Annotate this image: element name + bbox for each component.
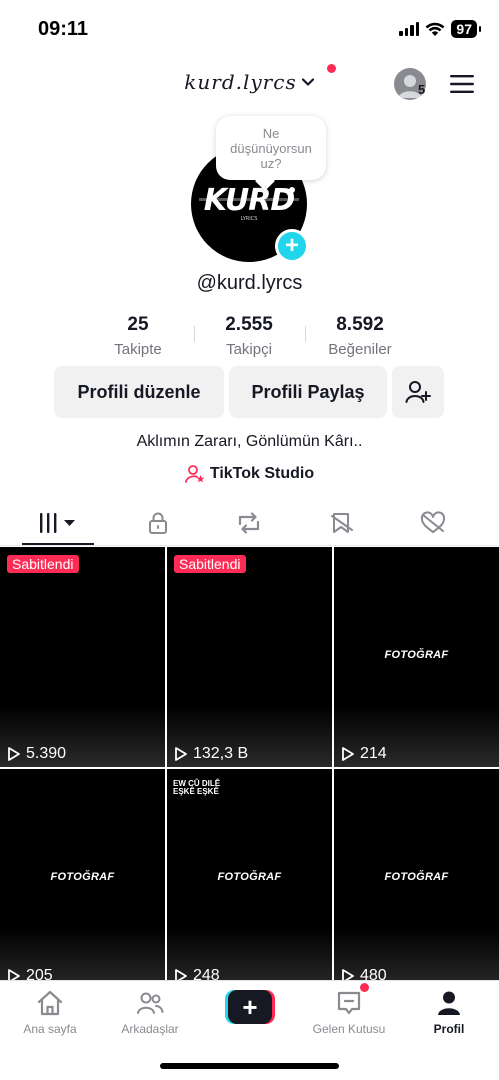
nav-home[interactable]: Ana sayfa [5, 989, 95, 1036]
create-button[interactable]: + [225, 990, 275, 1024]
nav-inbox[interactable]: Gelen Kutusu [304, 989, 394, 1036]
note-line-1: Ne [262, 126, 280, 141]
studio-label: TikTok Studio [209, 465, 315, 482]
thumbnail-caption: FOTOĞRAF [50, 871, 115, 883]
profile-stats: 25 Takipte 2.555 Takipçi 8.592 Beğeniler [0, 314, 499, 362]
view-count-value: 214 [360, 745, 387, 762]
play-icon [342, 969, 354, 980]
view-count-value: 248 [193, 967, 220, 980]
status-time: 09:11 [38, 18, 89, 40]
lock-icon [149, 512, 167, 534]
share-profile-button[interactable]: Profili Paylaş [229, 366, 387, 418]
nav-profile[interactable]: Profil [404, 989, 494, 1036]
stat-following[interactable]: 25 Takipte [83, 314, 193, 358]
videos-grid-icon [40, 513, 75, 533]
play-icon [342, 747, 354, 761]
studio-icon [184, 465, 205, 483]
svg-text:KURD: KURD [204, 183, 295, 218]
view-count-value: 205 [26, 967, 53, 980]
stat-likes[interactable]: 8.592 Beğeniler [305, 314, 415, 358]
stat-label: Takipçi [226, 341, 272, 358]
view-count-value: 5.390 [26, 745, 67, 762]
overlay-line-2: EŞKÊ EŞKÊ [173, 787, 219, 796]
video-thumbnail[interactable]: FOTOĞRAF 214 [334, 547, 499, 767]
view-count-value: 132,3 B [193, 745, 249, 762]
battery-indicator: 97 [451, 20, 481, 38]
play-icon [8, 747, 20, 761]
play-icon [175, 747, 187, 761]
note-bubble[interactable]: Ne düşünüyorsun uz? [216, 116, 326, 180]
profile-bio: Aklımın Zararı, Gönlümün Kârı.. [136, 433, 363, 450]
view-count-value: 480 [360, 967, 387, 980]
inbox-notification-dot [360, 983, 369, 992]
tab-liked[interactable] [403, 510, 463, 536]
profile-handle: @kurd.lyrcs [196, 272, 303, 294]
plus-icon: + [228, 990, 272, 1024]
tab-private[interactable] [128, 510, 188, 536]
stat-value: 8.592 [336, 314, 384, 335]
stat-label: Takipte [114, 341, 162, 358]
play-icon [8, 969, 20, 980]
note-line-2: düşünüyorsun [230, 141, 312, 156]
content-tabs [0, 500, 499, 546]
stat-value: 25 [127, 314, 149, 335]
menu-icon[interactable] [450, 74, 474, 94]
nav-label: Arkadaşlar [121, 1022, 179, 1036]
video-thumbnail[interactable]: Sabitlendi 5.390 [0, 547, 165, 767]
stat-followers[interactable]: 2.555 Takipçi [194, 314, 304, 358]
thumbnail-overlay-text: EW CÛ DILÊ EŞKÊ EŞKÊ [173, 780, 220, 796]
view-count: 205 [7, 967, 53, 980]
pinned-badge: Sabitlendi [7, 555, 79, 573]
play-icon [175, 969, 187, 980]
video-thumbnail[interactable]: Sabitlendi 132,3 B [167, 547, 332, 767]
thumbnail-caption: FOTOĞRAF [384, 649, 449, 661]
thumbnail-caption: FOTOĞRAF [384, 871, 449, 883]
stat-value: 2.555 [225, 314, 273, 335]
note-line-3: uz? [260, 156, 282, 171]
signal-icon [399, 22, 420, 36]
inbox-icon [337, 991, 361, 1015]
tiktok-studio-link[interactable]: TikTok Studio [0, 464, 499, 484]
home-indicator [160, 1063, 339, 1069]
stat-label: Beğeniler [328, 341, 392, 358]
tab-favorites[interactable] [312, 510, 372, 536]
top-nav: kurd.lyrcs 5 [0, 62, 499, 108]
bookmark-hidden-icon [331, 513, 353, 533]
wifi-icon [426, 22, 445, 36]
tab-videos[interactable] [28, 510, 88, 536]
edit-profile-button[interactable]: Profili düzenle [54, 366, 224, 418]
account-count: 5 [418, 82, 426, 97]
view-count: 5.390 [7, 745, 66, 763]
add-friend-icon [405, 381, 431, 403]
home-icon [37, 990, 63, 1016]
friends-icon [137, 992, 164, 1014]
nav-friends[interactable]: Arkadaşlar [105, 989, 195, 1036]
video-thumbnail[interactable]: FOTOĞRAF 205 [0, 769, 165, 980]
chevron-down-icon [301, 78, 314, 86]
view-count: 480 [341, 967, 387, 980]
view-count: 132,3 B [174, 745, 248, 763]
profile-icon [438, 991, 460, 1015]
video-thumbnail[interactable]: EW CÛ DILÊ EŞKÊ EŞKÊ FOTOĞRAF 248 [167, 769, 332, 980]
svg-text:LYRICS: LYRICS [241, 216, 258, 222]
video-thumbnail[interactable]: FOTOĞRAF 480 [334, 769, 499, 980]
tab-reposts[interactable] [219, 510, 279, 536]
status-icons: 97 [399, 20, 481, 38]
video-grid: Sabitlendi 5.390 Sabitlendi 132,3 B FOTO… [0, 547, 499, 980]
notification-dot [327, 64, 336, 73]
nav-label: Gelen Kutusu [312, 1022, 386, 1036]
view-count: 214 [341, 745, 387, 763]
add-story-button[interactable]: + [275, 229, 309, 263]
active-tab-indicator [22, 543, 94, 545]
pinned-badge: Sabitlendi [174, 555, 246, 573]
nav-label: Profil [433, 1022, 465, 1036]
status-bar: 09:11 97 [0, 0, 499, 58]
account-title: kurd.lyrcs [184, 70, 297, 94]
add-friend-button[interactable] [392, 366, 444, 418]
view-count: 248 [174, 967, 220, 980]
nav-label: Ana sayfa [23, 1022, 77, 1036]
repost-icon [238, 512, 260, 534]
thumbnail-caption: FOTOĞRAF [217, 871, 282, 883]
heart-hidden-icon [420, 511, 446, 533]
